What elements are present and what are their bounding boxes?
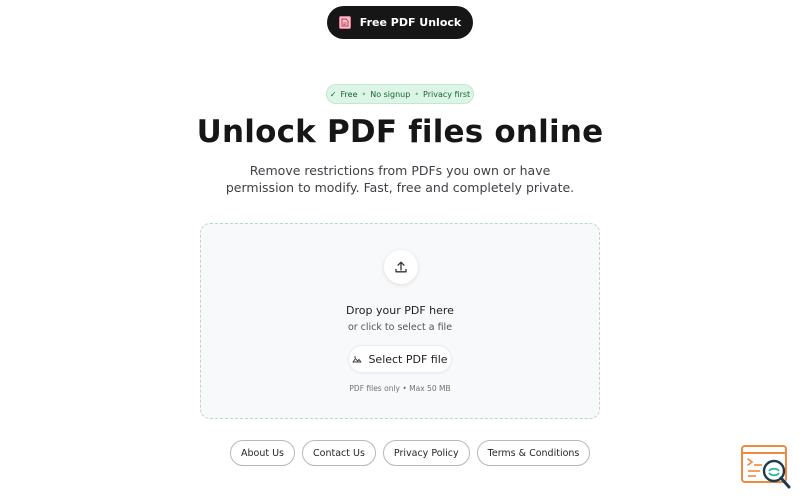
footer-link-privacy[interactable]: Privacy Policy	[382, 440, 470, 466]
badge-separator: •	[361, 89, 367, 99]
page-title: Unlock PDF files online	[196, 114, 604, 150]
footer-links: About Us Contact Us Privacy Policy Terms…	[230, 440, 591, 466]
page-subtitle: Remove restrictions from PDFs you own or…	[225, 163, 575, 195]
search-code-icon[interactable]	[740, 444, 792, 490]
select-pdf-button[interactable]: Select PDF file	[348, 345, 452, 373]
brand-pill[interactable]: Free PDF Unlock	[327, 6, 473, 39]
dropzone-subtitle: or click to select a file	[347, 322, 453, 333]
dropzone-note: PDF files only • Max 50 MB	[349, 384, 451, 393]
footer-link-terms[interactable]: Terms & Conditions	[476, 440, 591, 466]
check-icon: ✓	[329, 89, 337, 99]
badge-item-free: Free	[340, 89, 358, 99]
upload-icon[interactable]	[384, 250, 418, 284]
badge-item-no-signup: No signup	[370, 89, 411, 99]
badge-separator: •	[414, 89, 420, 99]
badge-item-privacy-first: Privacy first	[423, 89, 471, 99]
brand-label: Free PDF Unlock	[359, 16, 462, 29]
footer-link-about[interactable]: About Us	[230, 440, 296, 466]
pdf-dropzone[interactable]: Drop your PDF here or click to select a …	[200, 223, 600, 419]
dropzone-title: Drop your PDF here	[346, 304, 454, 317]
image-file-icon	[352, 355, 362, 363]
pdf-file-icon	[338, 16, 351, 29]
select-pdf-label: Select PDF file	[368, 352, 448, 366]
footer-link-contact[interactable]: Contact Us	[302, 440, 376, 466]
features-badge: ✓ Free • No signup • Privacy first	[326, 84, 474, 104]
